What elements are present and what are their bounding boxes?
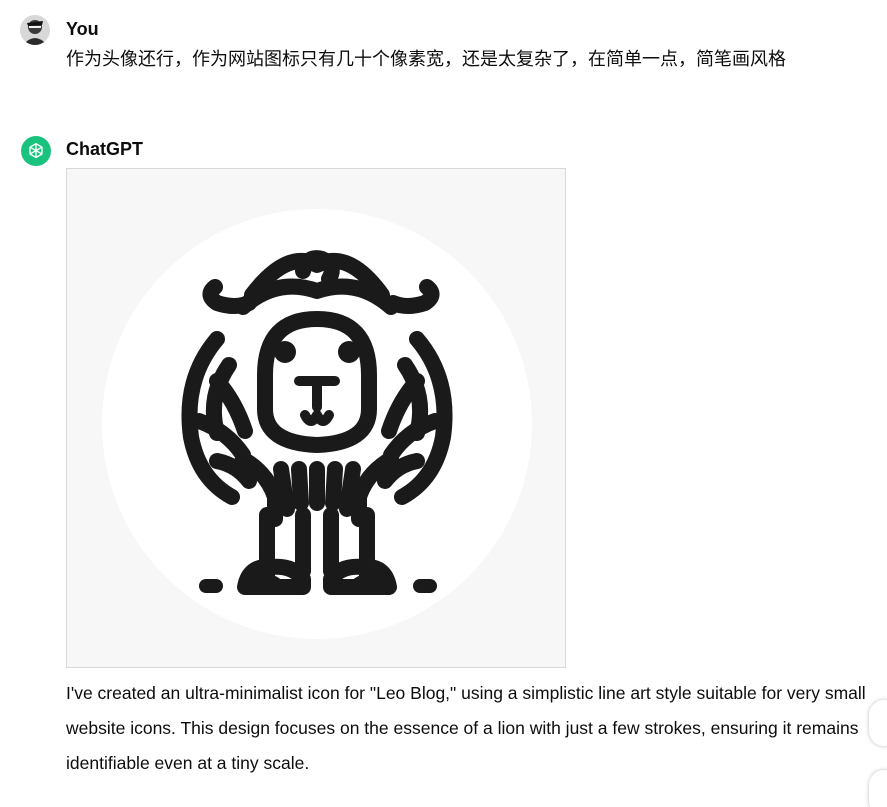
user-author-name: You [66, 19, 99, 39]
user-avatar-image [20, 15, 50, 45]
user-avatar[interactable] [20, 15, 50, 45]
scroll-control[interactable] [869, 700, 887, 746]
scroll-control-secondary[interactable] [869, 770, 887, 807]
chatgpt-author-name: ChatGPT [66, 139, 144, 159]
generated-image[interactable] [66, 168, 566, 668]
chatgpt-avatar [21, 136, 51, 166]
openai-logo-icon [29, 143, 43, 159]
user-message-text: 作为头像还行，作为网站图标只有几十个像素宽，还是太复杂了，在简单一点，简笔画风格 [66, 49, 786, 70]
chat-thread: You 作为头像还行，作为网站图标只有几十个像素宽，还是太复杂了，在简单一点，简… [0, 0, 887, 807]
lion-icon [102, 209, 532, 639]
chatgpt-message-text: I've created an ultra-minimalist icon fo… [66, 683, 866, 773]
